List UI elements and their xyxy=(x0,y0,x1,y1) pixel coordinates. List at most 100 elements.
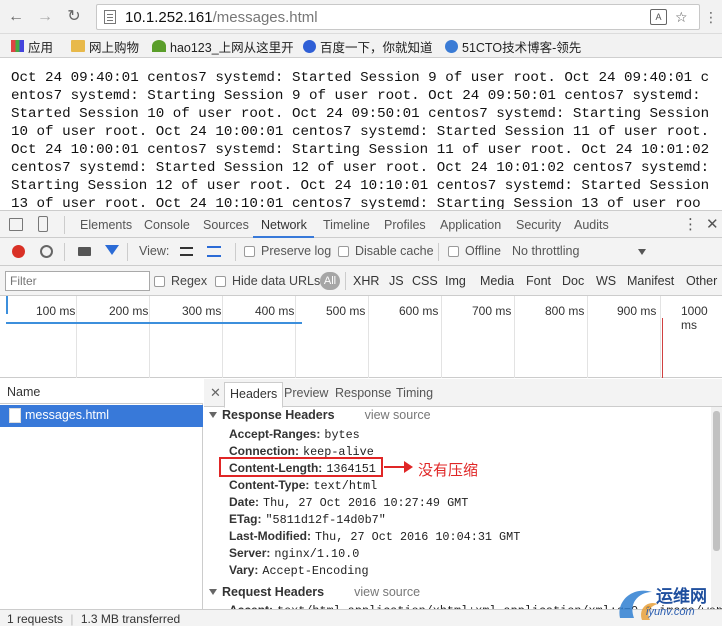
tab-security[interactable]: Security xyxy=(516,218,561,232)
menu-icon[interactable]: ⋮ xyxy=(701,7,721,27)
view-label: View: xyxy=(139,244,170,258)
header-row: Last-Modified: Thu, 27 Oct 2016 10:04:31 … xyxy=(229,529,520,544)
chevron-down-icon[interactable] xyxy=(638,249,646,255)
page-info-icon[interactable] xyxy=(104,10,116,24)
apps-grid-icon xyxy=(11,40,24,52)
header-row: Accept-Ranges: bytes xyxy=(229,427,360,442)
bookmark-apps[interactable]: 应用 xyxy=(11,38,53,55)
watermark-text: 运维网 xyxy=(656,587,707,607)
large-rows-icon[interactable] xyxy=(180,247,193,256)
filter-img-button[interactable]: Img xyxy=(445,274,466,288)
header-row: Server: nginx/1.10.0 xyxy=(229,546,359,561)
url-text[interactable]: 10.1.252.161/messages.html xyxy=(125,9,318,26)
filter-input[interactable] xyxy=(5,271,150,291)
filter-media-button[interactable]: Media xyxy=(480,274,514,288)
detail-scrollbar[interactable] xyxy=(711,407,722,607)
filter-font-button[interactable]: Font xyxy=(526,274,551,288)
header-row: Date: Thu, 27 Oct 2016 10:27:49 GMT xyxy=(229,495,468,510)
record-icon[interactable] xyxy=(12,245,25,258)
response-headers-section[interactable]: Response Headers view source xyxy=(209,408,431,422)
toolbar-divider xyxy=(127,243,128,261)
dom-loaded-marker xyxy=(6,296,8,314)
toolbar-divider xyxy=(438,243,439,261)
log-text: Oct 24 09:40:01 centos7 systemd: Started… xyxy=(11,70,710,209)
filter-js-button[interactable]: JS xyxy=(389,274,404,288)
watermark-logo: 运维网 iyunv.com xyxy=(612,578,722,626)
tab-profiles[interactable]: Profiles xyxy=(384,218,426,232)
response-headers-title: Response Headers xyxy=(222,408,335,422)
more-options-icon[interactable]: ⋮ xyxy=(683,215,698,233)
filter-ws-button[interactable]: WS xyxy=(596,274,616,288)
tab-headers[interactable]: Headers xyxy=(224,382,284,408)
hide-data-urls-checkbox[interactable]: Hide data URLs xyxy=(215,274,320,288)
waterfall-overview-icon[interactable] xyxy=(207,246,221,257)
inspect-element-icon[interactable] xyxy=(9,218,23,231)
url-host: 10.1.252.161 xyxy=(125,9,213,26)
header-value: nginx/1.10.0 xyxy=(274,547,360,561)
tab-timing[interactable]: Timing xyxy=(396,386,433,400)
checkbox-box xyxy=(448,245,459,257)
bookmark-baidu[interactable]: 百度一下，你就知道 xyxy=(303,38,433,55)
timeline-overview[interactable]: 100 ms 200 ms 300 ms 400 ms 500 ms 600 m… xyxy=(0,296,722,378)
close-devtools-icon[interactable]: ✕ xyxy=(706,215,719,233)
bookmark-hao123[interactable]: hao123_上网从这里开 xyxy=(152,38,294,55)
offline-checkbox[interactable]: Offline xyxy=(448,244,501,258)
regex-label: Regex xyxy=(171,274,208,288)
close-detail-icon[interactable]: ✕ xyxy=(210,385,221,401)
view-source-link[interactable]: view source xyxy=(365,408,431,422)
filter-xhr-button[interactable]: XHR xyxy=(353,274,379,288)
tab-network[interactable]: Network xyxy=(261,218,307,232)
bookmark-shopping[interactable]: 网上购物 xyxy=(71,38,139,55)
reload-icon[interactable]: ↻ xyxy=(64,7,84,27)
disable-cache-checkbox[interactable]: Disable cache xyxy=(338,244,434,258)
name-column-header[interactable]: Name xyxy=(0,379,203,404)
throttling-select[interactable]: No throttling xyxy=(512,244,579,258)
header-value: bytes xyxy=(324,428,360,442)
header-value: text/html xyxy=(313,479,378,493)
timeline-tick-label: 800 ms xyxy=(545,304,585,318)
timeline-tick-label: 200 ms xyxy=(109,304,149,318)
tab-console[interactable]: Console xyxy=(144,218,190,232)
translate-icon[interactable]: A xyxy=(650,9,667,25)
filter-other-button[interactable]: Other xyxy=(686,274,717,288)
tab-audits[interactable]: Audits xyxy=(574,218,609,232)
back-arrow-icon[interactable]: ← xyxy=(6,7,26,27)
filter-doc-button[interactable]: Doc xyxy=(562,274,584,288)
annotation-highlight-box xyxy=(219,457,383,477)
tab-elements[interactable]: Elements xyxy=(80,218,132,232)
request-waterfall-bar[interactable] xyxy=(6,322,302,324)
bookmark-51cto[interactable]: 51CTO技术博客-领先 xyxy=(445,38,582,55)
checkbox-box xyxy=(338,245,349,257)
tab-response[interactable]: Response xyxy=(335,386,391,400)
filter-css-button[interactable]: CSS xyxy=(412,274,438,288)
header-key: Connection: xyxy=(229,444,299,458)
preserve-log-checkbox[interactable]: Preserve log xyxy=(244,244,331,258)
view-source-link[interactable]: view source xyxy=(354,585,420,599)
url-omnibox[interactable]: 10.1.252.161/messages.html A ☆ xyxy=(96,4,700,30)
status-divider: | xyxy=(70,612,74,626)
header-key: Content-Type: xyxy=(229,478,310,492)
grid-line xyxy=(222,296,223,378)
forward-arrow-icon[interactable]: → xyxy=(35,7,55,27)
bookmark-label: 51CTO技术博客-领先 xyxy=(462,40,582,55)
clear-icon[interactable] xyxy=(40,245,53,258)
capture-screenshots-icon[interactable] xyxy=(78,247,91,256)
device-toolbar-icon[interactable] xyxy=(38,216,48,232)
filter-all-button[interactable]: All xyxy=(320,272,340,290)
tab-preview[interactable]: Preview xyxy=(284,386,328,400)
tab-sources[interactable]: Sources xyxy=(203,218,249,232)
disable-cache-label: Disable cache xyxy=(355,244,434,258)
toolbar-divider xyxy=(235,243,236,261)
request-row[interactable]: messages.html xyxy=(0,405,203,427)
tab-timeline[interactable]: Timeline xyxy=(323,218,370,232)
tab-application[interactable]: Application xyxy=(440,218,501,232)
regex-checkbox[interactable]: Regex xyxy=(154,274,207,288)
scrollbar-thumb[interactable] xyxy=(713,411,720,551)
toolbar-divider xyxy=(64,243,65,261)
filter-funnel-icon[interactable] xyxy=(105,245,119,255)
request-headers-section[interactable]: Request Headers view source xyxy=(209,585,420,599)
timeline-tick-label: 500 ms xyxy=(326,304,366,318)
bookmark-star-icon[interactable]: ☆ xyxy=(675,9,688,26)
request-headers-title: Request Headers xyxy=(222,585,325,599)
filter-manifest-button[interactable]: Manifest xyxy=(627,274,674,288)
